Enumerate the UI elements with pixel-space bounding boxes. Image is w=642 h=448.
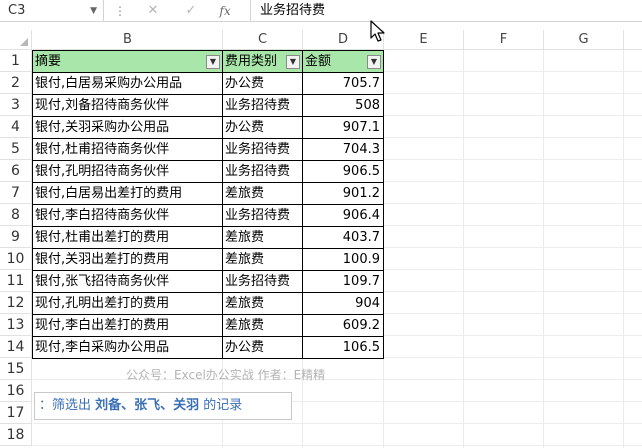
summary-cell[interactable]: 银付,关羽出差打的费用 <box>33 249 223 271</box>
cancel-icon[interactable]: ✕ <box>142 0 164 22</box>
category-cell[interactable]: 业务招待费 <box>223 161 303 183</box>
filter-dropdown-icon[interactable]: ▼ <box>286 55 300 69</box>
amount-cell[interactable]: 106.5 <box>303 337 384 359</box>
note-suffix: 的记录 <box>199 398 243 413</box>
column-header-f[interactable]: F <box>464 30 544 50</box>
filter-dropdown-icon[interactable]: ▼ <box>206 55 220 69</box>
row-header[interactable]: 12 <box>0 292 32 314</box>
category-cell[interactable]: 差旅费 <box>223 293 303 315</box>
horizontal-gridline <box>33 423 642 424</box>
row-header[interactable]: 7 <box>0 182 32 204</box>
summary-cell[interactable]: 银付,张飞招待商务伙伴 <box>33 271 223 293</box>
column-header-h[interactable] <box>624 30 642 50</box>
category-cell[interactable]: 办公费 <box>223 117 303 139</box>
category-cell[interactable]: 办公费 <box>223 73 303 95</box>
row-header[interactable]: 18 <box>0 424 32 446</box>
category-cell[interactable]: 业务招待费 <box>223 205 303 227</box>
summary-cell[interactable]: 现付,李白出差打的费用 <box>33 315 223 337</box>
header-cell-category[interactable]: 费用类别 ▼ <box>223 51 303 73</box>
summary-cell[interactable]: 银付,关羽采购办公用品 <box>33 117 223 139</box>
column-header-e[interactable]: E <box>384 30 464 50</box>
vertical-gridline <box>623 50 624 448</box>
column-header-b[interactable]: B <box>33 30 223 50</box>
category-cell[interactable]: 差旅费 <box>223 183 303 205</box>
row-header[interactable]: 11 <box>0 270 32 292</box>
summary-cell[interactable]: 现付,孔明出差打的费用 <box>33 293 223 315</box>
summary-cell[interactable]: 银付,孔明招待商务伙伴 <box>33 161 223 183</box>
category-cell[interactable]: 办公费 <box>223 337 303 359</box>
category-cell[interactable]: 差旅费 <box>223 315 303 337</box>
horizontal-gridline <box>33 379 642 380</box>
amount-cell[interactable]: 100.9 <box>303 249 384 271</box>
summary-cell[interactable]: 银付,李白招待商务伙伴 <box>33 205 223 227</box>
amount-cell[interactable]: 907.1 <box>303 117 384 139</box>
category-cell[interactable]: 业务招待费 <box>223 271 303 293</box>
header-cell-summary[interactable]: 摘要 ▼ <box>33 51 223 73</box>
select-all-triangle-icon <box>20 38 28 46</box>
watermark-text: 公众号：Excel办公实战 作者：E精精 <box>126 368 326 382</box>
row-header[interactable]: 13 <box>0 314 32 336</box>
horizontal-gridline <box>33 445 642 446</box>
summary-cell[interactable]: 现付,李白采购办公用品 <box>33 337 223 359</box>
mouse-cursor-icon <box>370 20 385 42</box>
header-label-summary: 摘要 <box>35 54 62 69</box>
row-header[interactable]: 14 <box>0 336 32 358</box>
vertical-gridline <box>463 50 464 448</box>
column-header-c[interactable]: C <box>223 30 303 50</box>
vertical-gridline <box>543 50 544 448</box>
annotation-note: ：筛选出 刘备、张飞、关羽 的记录 <box>34 392 292 420</box>
row-header[interactable]: 9 <box>0 226 32 248</box>
note-names: 刘备、张飞、关羽 <box>95 398 200 413</box>
amount-cell[interactable]: 906.5 <box>303 161 384 183</box>
category-cell[interactable]: 差旅费 <box>223 249 303 271</box>
formula-bar: C3 ▼ ⋮ ✕ ✓ fx 业务招待费 <box>0 0 642 22</box>
summary-cell[interactable]: 银付,杜甫招待商务伙伴 <box>33 139 223 161</box>
summary-cell[interactable]: 银付,杜甫出差打的费用 <box>33 227 223 249</box>
category-cell[interactable]: 业务招待费 <box>223 95 303 117</box>
amount-cell[interactable]: 906.4 <box>303 205 384 227</box>
row-header[interactable]: 6 <box>0 160 32 182</box>
summary-cell[interactable]: 现付,刘备招待商务伙伴 <box>33 95 223 117</box>
amount-cell[interactable]: 904 <box>303 293 384 315</box>
formula-input[interactable]: 业务招待费 <box>250 0 642 22</box>
row-header[interactable]: 1 <box>0 50 32 72</box>
chevron-down-icon[interactable]: ▼ <box>90 0 97 22</box>
amount-cell[interactable]: 705.7 <box>303 73 384 95</box>
summary-cell[interactable]: 银付,白居易出差打的费用 <box>33 183 223 205</box>
header-cell-amount[interactable]: 金额 ▼ <box>303 51 384 73</box>
row-header[interactable]: 2 <box>0 72 32 94</box>
insert-function-icon[interactable]: fx <box>214 0 236 22</box>
header-label-category: 费用类别 <box>225 54 278 69</box>
row-header[interactable]: 8 <box>0 204 32 226</box>
row-header[interactable]: 4 <box>0 116 32 138</box>
filter-dropdown-icon[interactable]: ▼ <box>367 55 381 69</box>
amount-cell[interactable]: 508 <box>303 95 384 117</box>
category-cell[interactable]: 业务招待费 <box>223 139 303 161</box>
more-options-icon[interactable]: ⋮ <box>114 0 126 22</box>
row-header[interactable]: 3 <box>0 94 32 116</box>
select-all-corner[interactable] <box>0 30 32 50</box>
amount-cell[interactable]: 609.2 <box>303 315 384 337</box>
row-header[interactable]: 5 <box>0 138 32 160</box>
row-header[interactable]: 15 <box>0 358 32 380</box>
summary-cell[interactable]: 银付,白居易采购办公用品 <box>33 73 223 95</box>
column-header-g[interactable]: G <box>544 30 624 50</box>
row-header[interactable]: 10 <box>0 248 32 270</box>
name-box[interactable]: C3 ▼ <box>0 0 104 22</box>
amount-cell[interactable]: 704.3 <box>303 139 384 161</box>
name-box-value: C3 <box>8 3 26 18</box>
row-header[interactable]: 16 <box>0 380 32 402</box>
note-prefix: ：筛选出 <box>39 398 96 413</box>
header-label-amount: 金额 <box>305 54 332 69</box>
enter-icon[interactable]: ✓ <box>180 0 202 22</box>
amount-cell[interactable]: 109.7 <box>303 271 384 293</box>
amount-cell[interactable]: 901.2 <box>303 183 384 205</box>
row-header[interactable]: 17 <box>0 402 32 424</box>
amount-cell[interactable]: 403.7 <box>303 227 384 249</box>
category-cell[interactable]: 差旅费 <box>223 227 303 249</box>
